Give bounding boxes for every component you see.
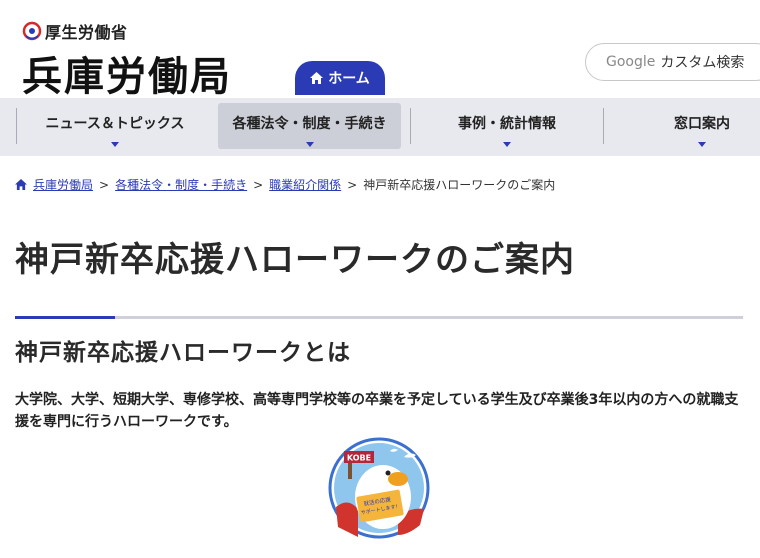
title-divider-accent [15, 316, 115, 319]
breadcrumb-separator: > [347, 177, 358, 192]
nav-item-label: 事例・統計情報 [458, 116, 556, 132]
search-input[interactable]: Google カスタム検索 [585, 43, 760, 81]
breadcrumb-link-bureau[interactable]: 兵庫労働局 [33, 176, 93, 193]
home-icon [310, 72, 324, 84]
nav-divider [16, 108, 17, 144]
title-divider [15, 316, 743, 319]
chevron-down-icon [698, 142, 706, 147]
ministry-logo-icon [22, 21, 42, 41]
breadcrumb-separator: > [99, 177, 110, 192]
chevron-down-icon [305, 142, 314, 147]
chevron-down-icon [111, 142, 119, 147]
intro-paragraph: 大学院、大学、短期大学、専修学校、高等専門学校等の卒業を予定している学生及び卒業… [15, 392, 739, 430]
site-header: 厚生労働省 兵庫労働局 ホーム Google カスタム検索 [0, 0, 760, 100]
bureau-title[interactable]: 兵庫労働局 [22, 44, 232, 102]
search-placeholder: カスタム検索 [660, 55, 745, 71]
home-button[interactable]: ホーム [295, 61, 385, 95]
nav-item-label: ニュース＆トピックス [45, 116, 185, 132]
chevron-down-icon [503, 142, 511, 147]
ministry-name: 厚生労働省 [45, 23, 128, 42]
breadcrumb-link-placement[interactable]: 職業紹介関係 [269, 176, 341, 193]
nav-item-news[interactable]: ニュース＆トピックス [16, 103, 214, 149]
breadcrumb: 兵庫労働局 > 各種法令・制度・手続き > 職業紹介関係 > 神戸新卒応援ハロー… [15, 176, 555, 193]
nav-item-laws[interactable]: 各種法令・制度・手続き [218, 103, 401, 149]
breadcrumb-current: 神戸新卒応援ハローワークのご案内 [363, 178, 556, 192]
page-title: 神戸新卒応援ハローワークのご案内 [15, 240, 575, 280]
search-brand: Google [606, 54, 656, 70]
ministry-link[interactable]: 厚生労働省 [22, 19, 128, 43]
breadcrumb-link-laws[interactable]: 各種法令・制度・手続き [115, 176, 247, 193]
home-icon [15, 179, 27, 190]
nav-item-label: 窓口案内 [674, 116, 730, 132]
nav-item-statistics[interactable]: 事例・統計情報 [411, 103, 603, 149]
mascot-sign-text: KOBE [347, 454, 371, 463]
nav-item-offices[interactable]: 窓口案内 [604, 103, 760, 149]
breadcrumb-separator: > [253, 177, 264, 192]
nav-item-label: 各種法令・制度・手続き [232, 116, 387, 132]
mascot-image: KOBE 就活の応援 サポートします！ [328, 437, 430, 539]
section-heading: 神戸新卒応援ハローワークとは [15, 340, 351, 366]
home-label: ホーム [328, 71, 370, 87]
global-nav: ニュース＆トピックス 各種法令・制度・手続き 事例・統計情報 窓口案内 [0, 98, 760, 156]
